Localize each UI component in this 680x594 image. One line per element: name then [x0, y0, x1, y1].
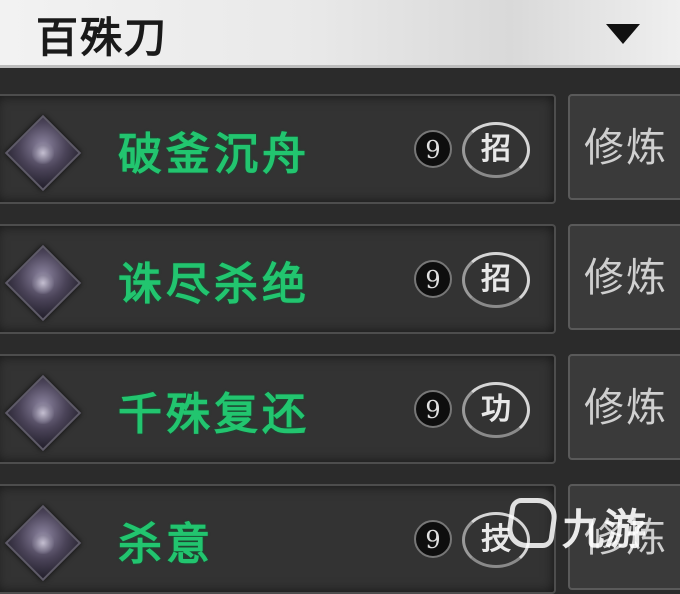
skill-type-badge: 招 — [462, 122, 530, 178]
skill-name: 诛尽杀绝 — [118, 259, 310, 310]
skill-row: 破釜沉舟 9 招 修炼 — [0, 68, 680, 204]
skill-name: 杀意 — [118, 519, 214, 570]
skill-card[interactable]: 诛尽杀绝 9 招 — [0, 224, 556, 334]
train-button[interactable]: 修炼 — [568, 224, 680, 330]
ear-icon: 9 — [414, 130, 452, 168]
skill-type-badge: 功 — [462, 382, 530, 438]
skill-row: 杀意 9 技 修炼 — [0, 458, 680, 594]
return-skill-icon — [4, 374, 82, 452]
skill-card[interactable]: 破釜沉舟 9 招 — [0, 94, 556, 204]
skill-list: 破釜沉舟 9 招 修炼 诛尽杀绝 9 招 修炼 千殊复还 9 功 修炼 杀意 9… — [0, 68, 680, 594]
skill-card[interactable]: 千殊复还 9 功 — [0, 354, 556, 464]
train-button[interactable]: 修炼 — [568, 94, 680, 200]
skill-name: 破釜沉舟 — [118, 129, 310, 180]
ear-icon: 9 — [414, 520, 452, 558]
ear-icon: 9 — [414, 260, 452, 298]
intent-skill-icon — [4, 504, 82, 582]
weapon-title: 百殊刀 — [36, 13, 169, 62]
skill-type-badge: 技 — [462, 512, 530, 568]
skill-row: 千殊复还 9 功 修炼 — [0, 328, 680, 464]
caret-down-icon[interactable] — [606, 24, 640, 44]
skill-row: 诛尽杀绝 9 招 修炼 — [0, 198, 680, 334]
ear-icon: 9 — [414, 390, 452, 428]
skill-type-badge: 招 — [462, 252, 530, 308]
skill-name: 千殊复还 — [118, 389, 310, 440]
skill-card[interactable]: 杀意 9 技 — [0, 484, 556, 594]
train-button[interactable]: 修炼 — [568, 354, 680, 460]
train-button[interactable]: 修炼 — [568, 484, 680, 590]
slash-skill-icon — [4, 244, 82, 322]
blade-skill-icon — [4, 114, 82, 192]
skill-tree-header[interactable]: 百殊刀 — [0, 0, 680, 68]
